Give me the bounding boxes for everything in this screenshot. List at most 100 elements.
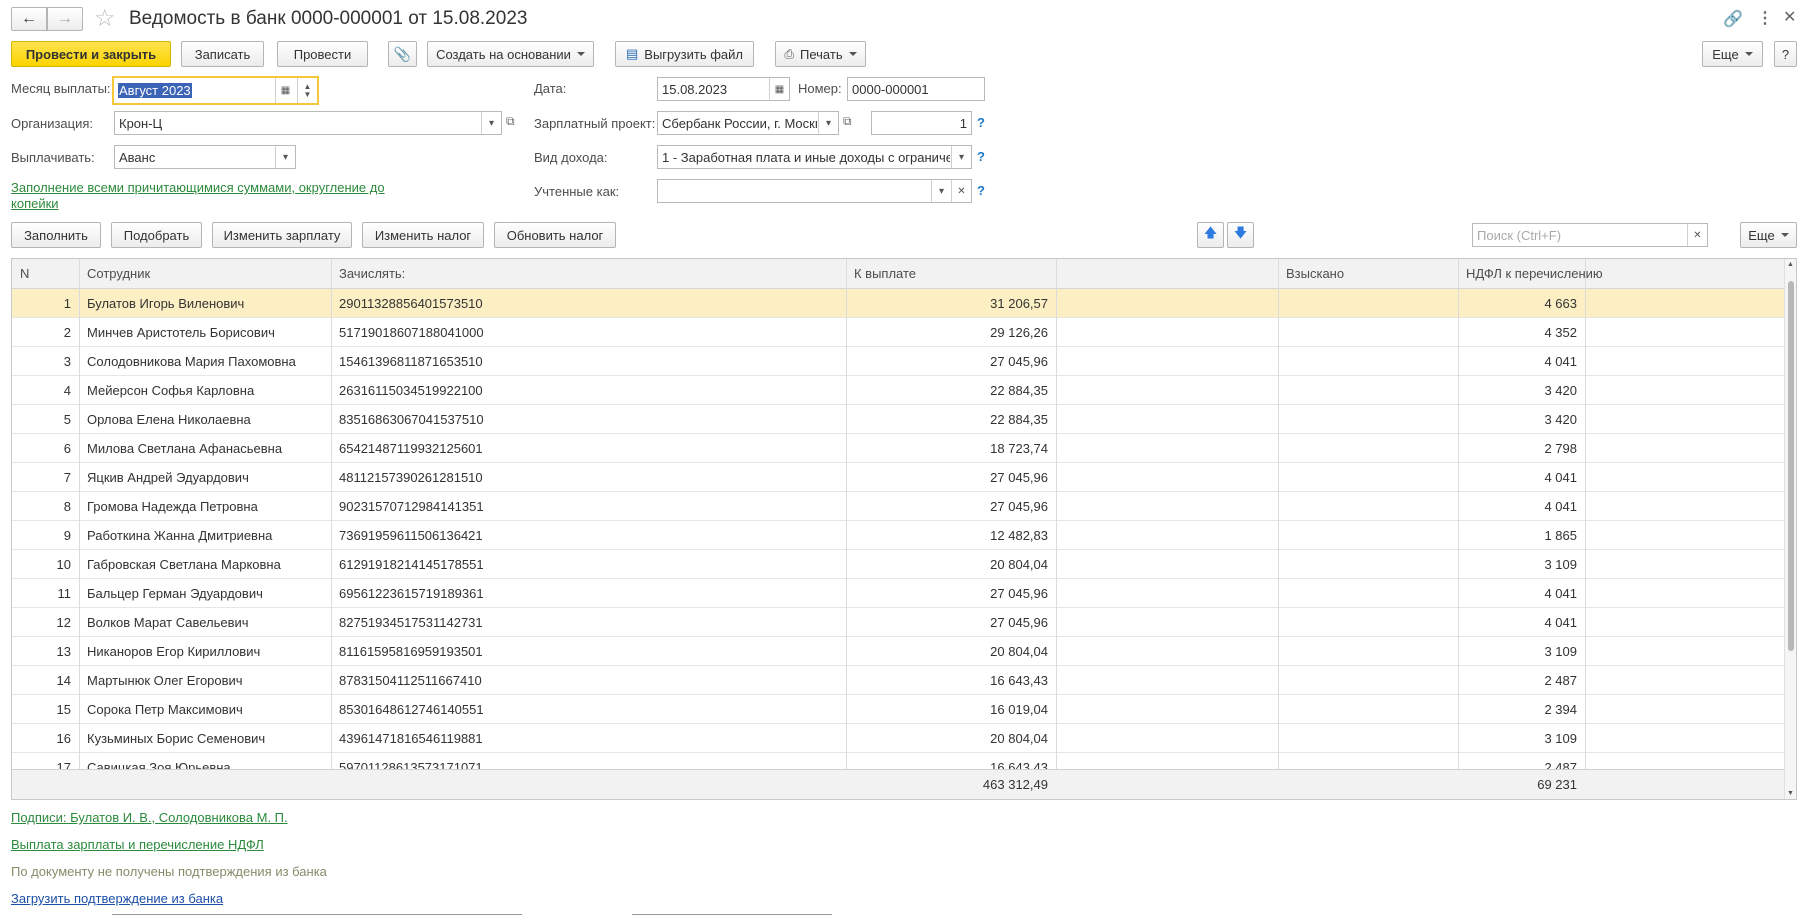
arrow-up-icon: 🡅: [1203, 225, 1218, 240]
col-withheld[interactable]: Взыскано: [1278, 259, 1458, 288]
save-button[interactable]: Записать: [181, 41, 264, 67]
table-row[interactable]: 4 Мейерсон Софья Карловна 2631611503451992…: [12, 376, 1785, 405]
project-input[interactable]: Сбербанк России, г. Москва ▾: [657, 111, 839, 135]
clear-search-icon[interactable]: ✕: [1687, 224, 1707, 246]
open-org-icon[interactable]: ⧉: [506, 114, 515, 129]
cell-n: 10: [56, 556, 71, 572]
cell-withheld: [1278, 666, 1458, 694]
attach-button[interactable]: 📎: [388, 41, 417, 67]
chevron-down-icon[interactable]: ▾: [275, 146, 295, 168]
signatures-link[interactable]: Подписи: Булатов И. В., Солодовникова М.…: [11, 810, 288, 825]
table-scrollbar[interactable]: ▲ ▼: [1784, 259, 1796, 799]
col-account[interactable]: Зачислять:: [331, 259, 846, 288]
table-row[interactable]: 1 Булатов Игорь Виленович 2901132885640157…: [12, 289, 1785, 318]
cell-ndfl: 1 865: [1544, 527, 1577, 543]
org-input[interactable]: Крон-Ц ▾: [114, 111, 502, 135]
close-icon[interactable]: ✕: [1783, 7, 1796, 27]
pay-select[interactable]: Аванс ▾: [114, 145, 296, 169]
export-file-button[interactable]: ▤ Выгрузить файл: [615, 41, 754, 67]
counted-input[interactable]: ▾ ✕: [657, 179, 972, 203]
cell-withheld: [1278, 579, 1458, 607]
forward-button[interactable]: →: [47, 7, 83, 31]
chevron-down-icon[interactable]: ▾: [951, 146, 971, 168]
col-employee[interactable]: Сотрудник: [79, 259, 331, 288]
cell-withheld: [1278, 724, 1458, 752]
scroll-down-icon[interactable]: ▼: [1787, 790, 1794, 797]
col-amount[interactable]: К выплате: [846, 259, 1056, 288]
date-input[interactable]: 15.08.2023 ▦: [657, 77, 790, 101]
income-label: Вид дохода:: [534, 150, 608, 165]
cell-n: 3: [63, 353, 71, 369]
col-n[interactable]: N: [12, 259, 79, 288]
cell-n: 12: [56, 614, 71, 630]
month-stepper[interactable]: ▲ ▼: [297, 78, 317, 103]
table-row[interactable]: 11 Бальцер Герман Эдуардович 6956122361571…: [12, 579, 1785, 608]
move-down-button[interactable]: 🡇: [1227, 222, 1254, 248]
table-row[interactable]: 2 Минчев Аристотель Борисович 517190186071…: [12, 318, 1785, 347]
table-row[interactable]: 13 Никаноров Егор Кириллович 8116159581695…: [12, 637, 1785, 666]
fill-button[interactable]: Заполнить: [11, 222, 101, 248]
link-icon[interactable]: 🔗: [1723, 9, 1743, 29]
table-row[interactable]: 12 Волков Марат Савельевич 827519345175311…: [12, 608, 1785, 637]
menu-dots-icon[interactable]: ⋮: [1757, 8, 1773, 28]
cell-withheld: [1278, 637, 1458, 665]
pick-button[interactable]: Подобрать: [111, 222, 202, 248]
table-row[interactable]: 14 Мартынюк Олег Егорович 8783150411251166…: [12, 666, 1785, 695]
number-input[interactable]: 0000-000001: [847, 77, 985, 101]
dropdown-arrow-icon: [848, 52, 857, 56]
clear-icon[interactable]: ✕: [951, 180, 971, 202]
cell-employee: Мартынюк Олег Егорович: [87, 672, 243, 688]
table-row[interactable]: 5 Орлова Елена Николаевна 8351686306704153…: [12, 405, 1785, 434]
back-button[interactable]: ←: [11, 7, 47, 31]
table-row[interactable]: 3 Солодовникова Мария Пахомовна 1546139681…: [12, 347, 1785, 376]
refresh-tax-button[interactable]: Обновить налог: [494, 222, 616, 248]
col-ndfl[interactable]: НДФЛ к перечислению: [1458, 259, 1758, 288]
table-row[interactable]: 9 Работкина Жанна Дмитриевна 7369195961150…: [12, 521, 1785, 550]
month-input[interactable]: Август 2023 ▦ ▲ ▼: [112, 76, 319, 105]
post-and-close-button[interactable]: Провести и закрыть: [11, 41, 171, 67]
print-button[interactable]: ⎙ Печать: [775, 41, 866, 67]
table-row[interactable]: 7 Яцкив Андрей Эдуардович 4811215739026128…: [12, 463, 1785, 492]
income-help-icon[interactable]: ?: [977, 149, 985, 164]
project-help-icon[interactable]: ?: [977, 115, 985, 130]
change-tax-button[interactable]: Изменить налог: [362, 222, 484, 248]
scroll-thumb[interactable]: [1788, 281, 1794, 651]
load-confirmation-link[interactable]: Загрузить подтверждение из банка: [11, 891, 223, 906]
scroll-up-icon[interactable]: ▲: [1787, 261, 1794, 268]
table-more-button[interactable]: Еще: [1740, 222, 1797, 248]
table-row[interactable]: 15 Сорока Петр Максимович 8530164861274614…: [12, 695, 1785, 724]
counted-help-icon[interactable]: ?: [977, 183, 985, 198]
open-project-icon[interactable]: ⧉: [843, 114, 852, 129]
cell-withheld: [1278, 695, 1458, 723]
calendar-icon[interactable]: ▦: [275, 78, 295, 103]
change-salary-button[interactable]: Изменить зарплату: [212, 222, 352, 248]
table-row[interactable]: 6 Милова Светлана Афанасьевна 654214871199…: [12, 434, 1785, 463]
create-based-button[interactable]: Создать на основании: [427, 41, 594, 67]
payroll-table[interactable]: N Сотрудник Зачислять: К выплате Взыскан…: [11, 258, 1797, 800]
cell-employee: Милова Светлана Афанасьевна: [87, 440, 283, 456]
counted-label: Учтенные как:: [534, 184, 620, 199]
cell-ndfl: 3 109: [1544, 643, 1577, 659]
printer-icon: ⎙: [784, 46, 794, 61]
help-button[interactable]: ?: [1774, 41, 1797, 67]
cell-amount: 29 126,26: [990, 324, 1048, 340]
search-input[interactable]: Поиск (Ctrl+F) ✕: [1472, 223, 1708, 247]
chevron-down-icon[interactable]: ▾: [481, 112, 501, 134]
table-row[interactable]: 8 Громова Надежда Петровна 902315707129841…: [12, 492, 1785, 521]
cell-amount: 20 804,04: [990, 730, 1048, 746]
chevron-down-icon[interactable]: ▾: [931, 180, 951, 202]
cell-amount: 18 723,74: [990, 440, 1048, 456]
income-select[interactable]: 1 - Заработная плата и иные доходы с огр…: [657, 145, 972, 169]
more-button[interactable]: Еще: [1702, 41, 1763, 67]
table-row[interactable]: 10 Габровская Светлана Марковна 6129191821…: [12, 550, 1785, 579]
dropdown-arrow-icon: [1780, 233, 1789, 237]
move-up-button[interactable]: 🡅: [1197, 222, 1224, 248]
fill-settings-link[interactable]: Заполнение всеми причитающимися суммами,…: [11, 180, 396, 212]
payment-link[interactable]: Выплата зарплаты и перечисление НДФЛ: [11, 837, 264, 852]
post-button[interactable]: Провести: [277, 41, 368, 67]
table-row[interactable]: 16 Кузьминых Борис Семенович 4396147181654…: [12, 724, 1785, 753]
total-ndfl: 69 231: [1537, 777, 1577, 792]
favorite-star-icon[interactable]: ☆: [94, 4, 116, 33]
chevron-down-icon[interactable]: ▾: [818, 112, 838, 134]
calendar-icon[interactable]: ▦: [769, 78, 789, 100]
